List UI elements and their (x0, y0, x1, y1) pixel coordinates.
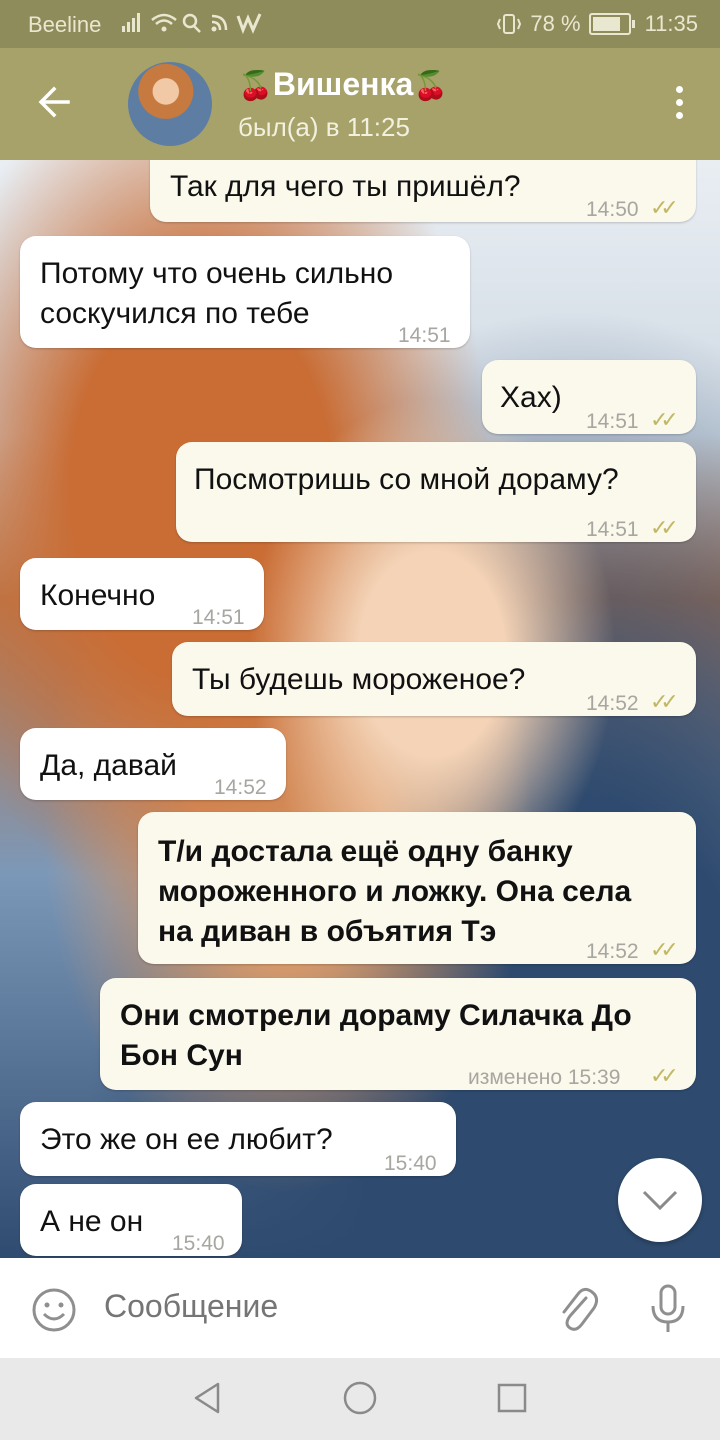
message-bubble[interactable]: Да, давай 14:52 (20, 728, 286, 800)
message-time: изменено 15:39 (468, 1066, 621, 1089)
nav-home-button[interactable] (342, 1380, 378, 1421)
back-arrow-icon (38, 86, 70, 118)
read-ticks-icon: ✓✓ (650, 195, 679, 220)
message-bubble[interactable]: Потому что очень сильно соскучился по те… (20, 236, 470, 348)
nav-back-button[interactable] (190, 1380, 224, 1421)
scroll-down-button[interactable] (618, 1158, 702, 1242)
last-seen-status: был(а) в 11:25 (238, 112, 410, 142)
more-vert-icon[interactable] (676, 86, 684, 125)
read-ticks-icon: ✓✓ (650, 515, 679, 540)
chat-header: 🍒Вишенка🍒 был(а) в 11:25 (0, 48, 720, 160)
chevron-down-icon (642, 1190, 678, 1211)
message-time: 14:52 (214, 776, 267, 799)
message-time: 14:51 (586, 518, 639, 541)
read-ticks-icon: ✓✓ (650, 689, 679, 714)
signal-icons (122, 10, 272, 42)
message-bubble[interactable]: Конечно 14:51 (20, 558, 264, 630)
message-time: 15:40 (172, 1232, 225, 1255)
read-ticks-icon: ✓✓ (650, 407, 679, 432)
cherry-icon: 🍒 (238, 70, 273, 101)
cherry-icon: 🍒 (413, 70, 449, 101)
message-time: 15:40 (384, 1152, 437, 1175)
message-time: 14:52 (586, 940, 639, 963)
message-bubble[interactable]: Ты будешь мороженое? 14:52 ✓✓ (172, 642, 696, 716)
chat-area[interactable]: Так для чего ты пришёл? 14:50 ✓✓ Потому … (0, 160, 720, 1258)
message-time: 14:50 (586, 198, 639, 221)
message-time: 14:52 (586, 692, 639, 715)
message-bubble[interactable]: Они смотрели дораму Силачка До Бон Сун и… (100, 978, 696, 1090)
status-time: 11:35 (644, 11, 698, 36)
nav-back-icon (194, 1382, 220, 1414)
vibrate-icon (497, 14, 522, 34)
emoji-button[interactable] (30, 1286, 78, 1339)
emoji-icon (32, 1288, 76, 1332)
status-bar: Beeline 78 % 11:35 (0, 0, 720, 48)
signal-wifi-icon (122, 13, 262, 35)
message-bubble[interactable]: Так для чего ты пришёл? 14:50 ✓✓ (150, 160, 696, 222)
mic-button[interactable] (648, 1284, 688, 1339)
message-bubble[interactable]: Хах) 14:51 ✓✓ (482, 360, 696, 434)
mic-icon (651, 1284, 685, 1332)
message-time: 14:51 (586, 410, 639, 433)
read-ticks-icon: ✓✓ (650, 1063, 679, 1088)
message-input[interactable] (104, 1288, 524, 1325)
nav-recent-button[interactable] (496, 1382, 528, 1419)
message-bubble[interactable]: А не он 15:40 (20, 1184, 242, 1256)
message-time: 14:51 (192, 606, 245, 629)
message-time: 14:51 (398, 324, 451, 347)
read-ticks-icon: ✓✓ (650, 937, 679, 962)
attach-icon (562, 1287, 599, 1331)
message-bubble[interactable]: Посмотришь со мной дораму? 14:51 ✓✓ (176, 442, 696, 542)
message-bubble[interactable]: Это же он ее любит? 15:40 (20, 1102, 456, 1176)
nav-home-icon (343, 1381, 377, 1415)
attach-button[interactable] (556, 1286, 600, 1339)
contact-name[interactable]: 🍒Вишенка🍒 (238, 66, 448, 103)
nav-recent-icon (497, 1383, 527, 1413)
message-composer (0, 1258, 720, 1358)
back-button[interactable] (34, 82, 74, 129)
avatar[interactable] (128, 62, 212, 146)
message-bubble[interactable]: Т/и достала ещё одну банку мороженного и… (138, 812, 696, 964)
carrier-name: Beeline (28, 12, 102, 37)
system-nav-bar (0, 1358, 720, 1440)
battery-icon (588, 13, 635, 35)
battery-percent: 78 % (530, 11, 581, 36)
